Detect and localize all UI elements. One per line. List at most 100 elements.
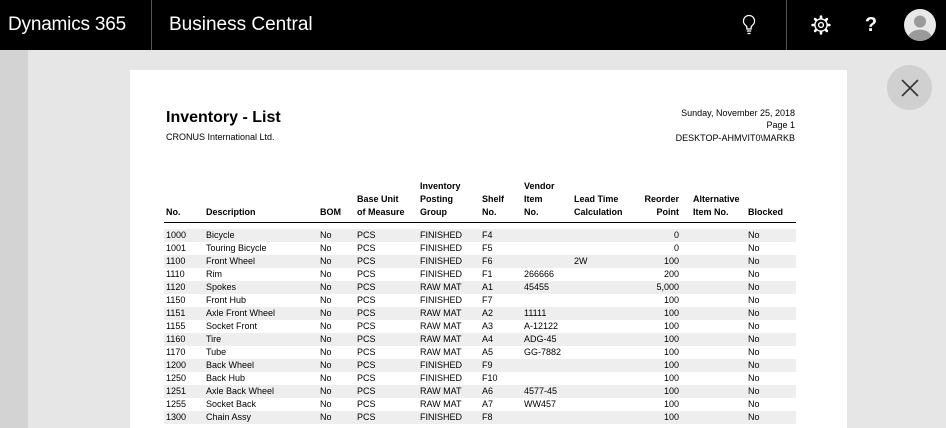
cell-blocked: No bbox=[746, 411, 796, 424]
cell-reorder-point: 100 bbox=[663, 321, 679, 331]
page-number: Page 1 bbox=[766, 120, 795, 131]
cell-reorder-point: 100 bbox=[636, 307, 681, 320]
cell-vendor-item bbox=[522, 294, 572, 307]
cell-shelf: F9 bbox=[480, 359, 522, 372]
col-description: Description bbox=[204, 180, 318, 223]
cell-lead-time bbox=[572, 294, 636, 307]
table-row: 1300 Chain Assy No PCS FINISHED F8 100 No bbox=[164, 411, 796, 424]
cell-shelf: F8 bbox=[480, 411, 522, 424]
cell-no: 1250 bbox=[166, 373, 187, 383]
table-row: 1170 Tube No PCS RAW MAT A5 GG-7882 100 No bbox=[164, 346, 796, 359]
brand-name[interactable]: Dynamics 365 bbox=[8, 0, 126, 50]
cell-description: Axle Front Wheel bbox=[204, 307, 318, 320]
cell-blocked: No bbox=[746, 385, 796, 398]
cell-bom: No bbox=[320, 373, 332, 383]
cell-description: Chain Assy bbox=[204, 411, 318, 424]
cell-no: 1251 bbox=[164, 385, 204, 398]
report-meta: Sunday, November 25, 2018 Page 1 DESKTOP… bbox=[676, 107, 795, 144]
cell-alternative-item bbox=[681, 411, 746, 424]
cell-lead-time: 2W bbox=[572, 255, 636, 268]
cell-shelf: A4 bbox=[480, 333, 522, 346]
cell-alternative-item bbox=[681, 398, 746, 411]
cell-vendor-item: 45455 bbox=[522, 281, 572, 294]
cell-posting-group: FINISHED bbox=[418, 255, 480, 268]
cell-description: Touring Bicycle bbox=[206, 243, 267, 253]
cell-shelf: F7 bbox=[482, 295, 493, 305]
help-button[interactable]: ? bbox=[851, 0, 891, 50]
cell-posting-group: RAW MAT bbox=[420, 399, 462, 409]
cell-alternative-item bbox=[681, 359, 746, 372]
cell-uom: PCS bbox=[357, 295, 376, 305]
table-row: 1251 Axle Back Wheel No PCS RAW MAT A6 4577-45… bbox=[164, 385, 796, 398]
col-reorder-point: Reorder Point bbox=[636, 180, 681, 223]
cell-lead-time bbox=[572, 281, 636, 294]
cell-no: 1155 bbox=[166, 321, 186, 331]
cell-vendor-item: WW457 bbox=[524, 399, 557, 409]
cell-uom: PCS bbox=[357, 347, 376, 357]
report-preview[interactable]: Inventory - List CRONUS International Lt… bbox=[130, 70, 847, 428]
avatar-icon bbox=[904, 9, 936, 41]
settings-button[interactable] bbox=[801, 0, 841, 50]
table-row: 1150 Front Hub No PCS FINISHED F7 100 No bbox=[164, 294, 796, 307]
cell-shelf: F5 bbox=[482, 243, 493, 253]
lightbulb-button[interactable] bbox=[729, 0, 769, 50]
cell-uom: PCS bbox=[355, 255, 418, 268]
cell-vendor-item: 4577-45 bbox=[522, 385, 572, 398]
col-shelf: Shelf No. bbox=[480, 180, 522, 223]
cell-vendor-item bbox=[522, 242, 572, 255]
col-base-unit: Base Unit of Measure bbox=[355, 180, 418, 223]
table-row: 1100 Front Wheel No PCS FINISHED F6 2W 100 No bbox=[164, 255, 796, 268]
cell-posting-group: RAW MAT bbox=[418, 333, 480, 346]
cell-reorder-point: 100 bbox=[636, 411, 681, 424]
cell-lead-time bbox=[572, 307, 636, 320]
cell-reorder-point: 0 bbox=[673, 243, 679, 253]
report-date: Sunday, November 25, 2018 bbox=[681, 108, 795, 118]
cell-posting-group: RAW MAT bbox=[418, 307, 480, 320]
cell-reorder-point: 0 bbox=[636, 229, 681, 242]
col-lead-time: Lead Time Calculation bbox=[572, 180, 636, 223]
cell-alternative-item bbox=[681, 229, 746, 242]
cell-no: 1300 bbox=[164, 411, 204, 424]
cell-bom: No bbox=[318, 229, 355, 242]
cell-bom: No bbox=[318, 281, 355, 294]
table-body: 1000 Bicycle No PCS FINISHED F4 0 No 1001 Touring… bbox=[164, 223, 796, 424]
cell-description: Spokes bbox=[204, 281, 318, 294]
cell-uom: PCS bbox=[355, 229, 418, 242]
lightbulb-icon bbox=[742, 14, 756, 35]
cell-reorder-point: 100 bbox=[663, 373, 679, 383]
cell-bom: No bbox=[318, 307, 355, 320]
cell-description: Tire bbox=[204, 333, 318, 346]
cell-blocked: No bbox=[748, 347, 760, 357]
cell-no: 1255 bbox=[166, 399, 187, 409]
cell-no: 1150 bbox=[166, 295, 186, 305]
cell-lead-time bbox=[572, 242, 636, 255]
table-header: No. Description BOM Base Unit of Measure … bbox=[164, 180, 796, 223]
cell-lead-time bbox=[572, 398, 636, 411]
top-bar: Dynamics 365 Business Central ? bbox=[0, 0, 946, 50]
cell-lead-time bbox=[572, 346, 636, 359]
cell-alternative-item bbox=[681, 255, 746, 268]
cell-blocked: No bbox=[746, 229, 796, 242]
report-user: DESKTOP-AHMVIT0\MARKB bbox=[675, 132, 795, 143]
cell-description: Socket Back bbox=[206, 399, 257, 409]
cell-no: 1110 bbox=[166, 269, 185, 279]
user-account-button[interactable] bbox=[900, 0, 940, 50]
cell-lead-time bbox=[572, 268, 636, 281]
cell-alternative-item bbox=[681, 307, 746, 320]
table-row: 1151 Axle Front Wheel No PCS RAW MAT A2 11111 1… bbox=[164, 307, 796, 320]
cell-uom: PCS bbox=[357, 321, 376, 331]
cell-lead-time bbox=[572, 372, 636, 385]
app-name[interactable]: Business Central bbox=[169, 0, 313, 50]
close-button[interactable] bbox=[887, 65, 932, 110]
cell-posting-group: FINISHED bbox=[418, 411, 480, 424]
cell-posting-group: RAW MAT bbox=[418, 385, 480, 398]
cell-vendor-item bbox=[522, 411, 572, 424]
divider bbox=[151, 0, 152, 50]
cell-uom: PCS bbox=[355, 333, 418, 346]
cell-blocked: No bbox=[748, 295, 760, 305]
cell-reorder-point: 5,000 bbox=[636, 281, 681, 294]
cell-posting-group: FINISHED bbox=[420, 269, 463, 279]
cell-reorder-point: 100 bbox=[663, 295, 679, 305]
cell-posting-group: FINISHED bbox=[420, 295, 463, 305]
divider bbox=[786, 0, 787, 50]
